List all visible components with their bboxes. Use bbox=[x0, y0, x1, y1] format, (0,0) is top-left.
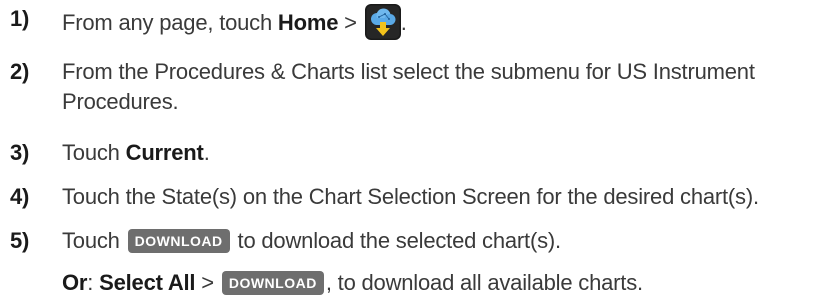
step-text: From any page, touch Home > . bbox=[62, 4, 820, 40]
step-text-line-1: From the Procedures & Charts list select… bbox=[62, 59, 755, 84]
step-number: 5) bbox=[10, 228, 30, 253]
home-label: Home bbox=[277, 10, 339, 35]
download-button[interactable]: DOWNLOAD bbox=[221, 271, 324, 295]
step-text: Touch the State(s) on the Chart Selectio… bbox=[62, 184, 759, 209]
step-text: Touch Current. bbox=[62, 140, 210, 165]
select-all-label: Select All bbox=[99, 270, 196, 295]
alternate-text: Or: Select All > DOWNLOAD, to download a… bbox=[62, 270, 643, 295]
step-number: 1) bbox=[10, 6, 30, 31]
or-label: Or bbox=[62, 270, 88, 295]
current-label: Current bbox=[125, 140, 204, 165]
step-text-line-2: Procedures. bbox=[62, 89, 179, 114]
step-number: 3) bbox=[10, 140, 30, 165]
step-text: Touch DOWNLOAD to download the selected … bbox=[62, 228, 561, 253]
download-button[interactable]: DOWNLOAD bbox=[127, 229, 230, 253]
step-number: 4) bbox=[10, 184, 30, 209]
cloud-download-app-icon bbox=[364, 4, 401, 40]
step-number: 2) bbox=[10, 59, 30, 84]
